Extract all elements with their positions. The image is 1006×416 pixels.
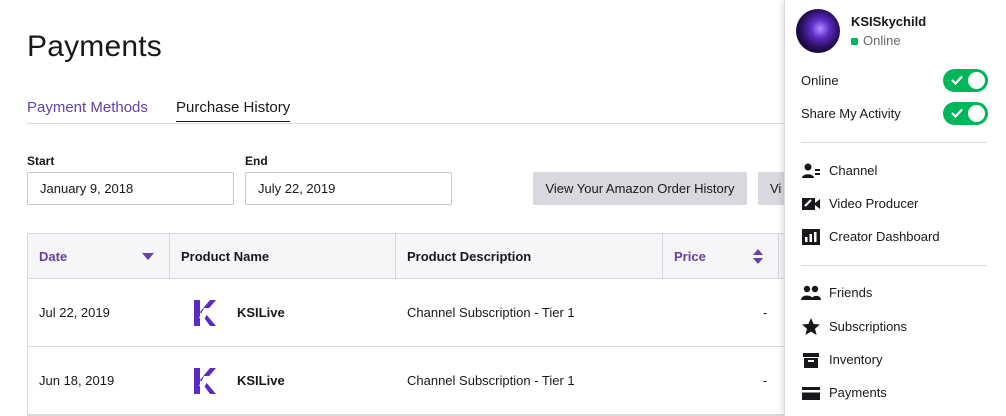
online-status-icon [851,38,858,45]
user-menu-panel: KSISkychild Online Online Share My Activ… [784,0,1006,416]
divider [801,265,987,266]
video-producer-icon [801,194,821,214]
username: KSISkychild [851,14,927,29]
credit-card-icon [801,383,821,403]
menu-item-label: Creator Dashboard [829,229,940,244]
page-title: Payments [27,30,162,63]
share-activity-toggle[interactable] [943,102,988,125]
row-description: Channel Subscription - Tier 1 [407,373,575,388]
row-description: Channel Subscription - Tier 1 [407,305,575,320]
start-date-input[interactable] [27,172,234,205]
main-content: Payments Payment Methods Purchase Histor… [0,0,784,416]
dashboard-icon [801,227,821,247]
menu-item-channel[interactable]: Channel [801,159,991,183]
menu-item-label: Friends [829,285,873,300]
column-header-label: Date [39,249,68,264]
end-date-input[interactable] [245,172,452,205]
column-header-date[interactable]: Date [28,234,170,279]
toggle-label: Online [801,73,839,88]
purchase-history-table: Date Product Name Product Description Pr… [27,233,784,416]
menu-item-creator-dashboard[interactable]: Creator Dashboard [801,225,991,249]
menu-item-subscriptions[interactable]: Subscriptions [801,315,991,339]
user-status: Online [863,33,901,48]
menu-item-payments[interactable]: Payments [801,381,991,405]
column-header-price[interactable]: Price [663,234,779,279]
friends-icon [801,283,821,303]
secondary-history-button[interactable]: Vi [758,172,784,205]
menu-item-inventory[interactable]: Inventory [801,348,991,372]
column-header-product-name: Product Name [170,234,396,279]
toggle-knob [968,72,985,89]
row-price: - [763,305,768,320]
tab-bar: Payment Methods Purchase History [27,96,784,124]
menu-item-video-producer[interactable]: Video Producer [801,192,991,216]
column-header-product-description: Product Description [396,234,663,279]
avatar[interactable] [796,9,840,53]
toggle-knob [968,105,985,122]
row-date: Jul 22, 2019 [39,305,110,320]
row-product-name[interactable]: KSILive [237,347,285,414]
ksilive-logo-icon [191,366,217,396]
ksilive-logo-icon [191,298,217,328]
inventory-icon [801,350,821,370]
online-toggle[interactable] [943,69,988,92]
column-header-label: Price [674,249,706,264]
tab-purchase-history[interactable]: Purchase History [176,99,291,122]
channel-icon [801,161,821,181]
menu-item-label: Video Producer [829,196,919,211]
check-icon [951,75,963,86]
menu-item-label: Channel [829,163,878,178]
toggle-row-share-activity: Share My Activity [801,102,989,126]
check-icon [951,108,963,119]
amazon-order-history-button[interactable]: View Your Amazon Order History [533,172,747,205]
table-header: Date Product Name Product Description Pr… [28,234,784,279]
divider [801,142,987,143]
menu-item-label: Inventory [829,352,883,367]
row-price: - [763,373,768,388]
table-row: Jun 18, 2019 KSILive Channel Subscriptio… [28,347,784,415]
menu-item-label: Payments [829,385,887,400]
toggle-row-online: Online [801,69,989,93]
row-date: Jun 18, 2019 [39,373,115,388]
menu-item-label: Subscriptions [829,319,908,334]
star-icon [801,317,821,337]
menu-item-friends[interactable]: Friends [801,281,991,305]
tab-payment-methods[interactable]: Payment Methods [27,99,148,116]
row-product-name[interactable]: KSILive [237,279,285,346]
end-label: End [245,154,268,168]
start-label: Start [27,154,55,168]
table-row: Jul 22, 2019 KSILive Channel Subscriptio… [28,279,784,347]
toggle-label: Share My Activity [801,106,901,121]
